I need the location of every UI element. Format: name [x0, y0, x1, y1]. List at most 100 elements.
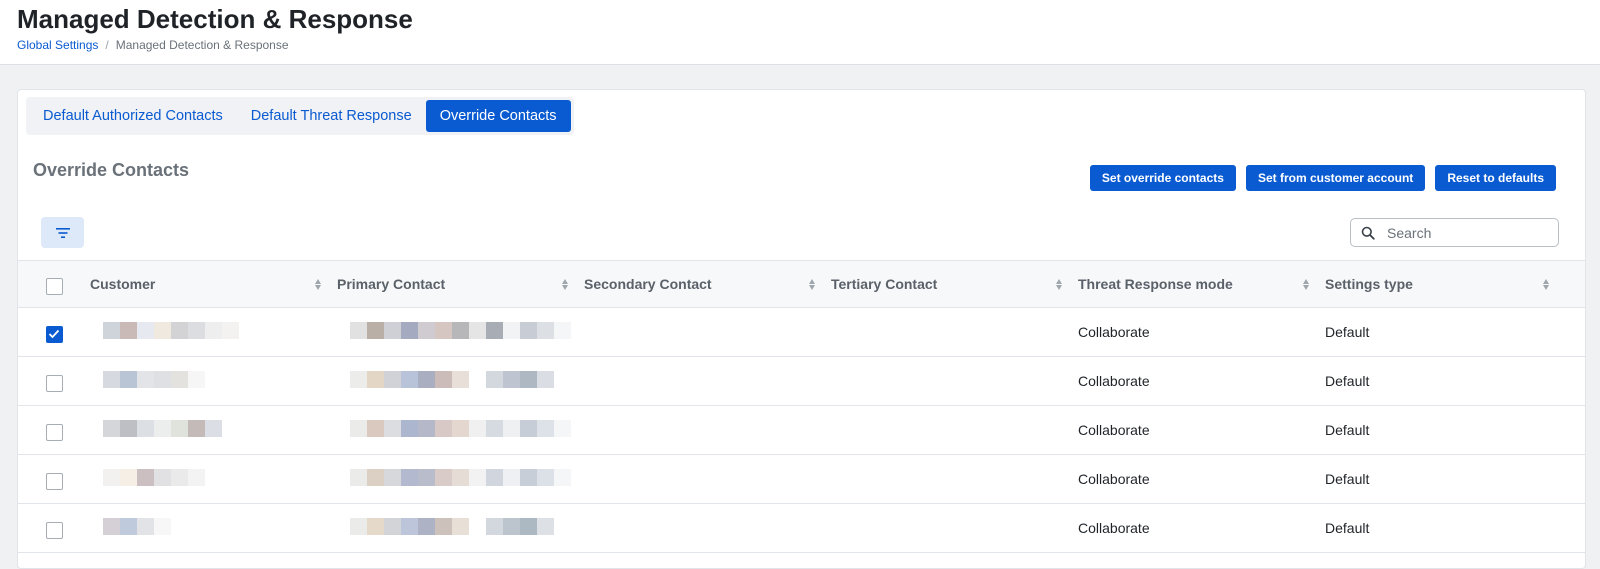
row-select-cell	[18, 371, 90, 392]
primary-contact-redacted: [redacted]	[350, 370, 554, 388]
search-input[interactable]	[1387, 224, 1537, 241]
sort-icon[interactable]	[1303, 278, 1309, 290]
table-body: [redacted] [redacted] Collaborate Defaul…	[18, 308, 1585, 553]
customer-name-redacted: [redacted]	[103, 419, 222, 437]
row-checkbox[interactable]	[45, 423, 63, 441]
column-customer[interactable]: Customer	[90, 276, 337, 292]
cell-primary-contact: [redacted]	[337, 468, 584, 486]
table-row[interactable]: [redacted] [redacted] Collaborate Defaul…	[18, 357, 1585, 406]
page-title: Managed Detection & Response	[17, 4, 413, 34]
breadcrumb: Global Settings / Managed Detection & Re…	[17, 38, 1583, 52]
column-threat-response-mode[interactable]: Threat Response mode	[1078, 276, 1325, 292]
cell-settings-type: Default	[1325, 422, 1565, 438]
table-row[interactable]: [redacted] [redacted] Collaborate Defaul…	[18, 504, 1585, 553]
threat-response-mode-value: Collaborate	[1078, 471, 1150, 487]
tab-override-contacts[interactable]: Override Contacts	[425, 100, 571, 132]
customer-name-redacted: [redacted]	[103, 517, 171, 535]
customer-name-redacted: [redacted]	[103, 468, 205, 486]
action-buttons: Set override contacts Set from customer …	[1089, 165, 1556, 191]
settings-type-value: Default	[1325, 471, 1370, 487]
cell-customer: [redacted]	[90, 517, 337, 535]
breadcrumb-global-settings[interactable]: Global Settings	[17, 38, 98, 52]
select-all-checkbox[interactable]	[45, 277, 63, 295]
cell-customer: [redacted]	[90, 370, 337, 388]
column-header-label: Tertiary Contact	[831, 276, 938, 292]
table-header: Customer Primary Contact Secondary Conta…	[18, 260, 1585, 308]
row-checkbox[interactable]	[45, 472, 63, 490]
row-select-cell	[18, 469, 90, 490]
tab-bar: Default Authorized Contacts Default Thre…	[26, 97, 574, 135]
threat-response-mode-value: Collaborate	[1078, 324, 1150, 340]
customer-name-redacted: [redacted]	[103, 321, 239, 339]
cell-threat-response-mode: Collaborate	[1078, 324, 1325, 340]
set-override-contacts-button[interactable]: Set override contacts	[1089, 165, 1236, 191]
settings-type-value: Default	[1325, 520, 1370, 536]
check-icon	[48, 329, 60, 339]
reset-to-defaults-button[interactable]: Reset to defaults	[1435, 165, 1556, 191]
page-header: Managed Detection & Response Global Sett…	[0, 0, 1600, 65]
customer-name-redacted: [redacted]	[103, 370, 205, 388]
threat-response-mode-value: Collaborate	[1078, 422, 1150, 438]
primary-contact-redacted: [redacted]	[350, 321, 571, 339]
cell-customer: [redacted]	[90, 468, 337, 486]
cell-primary-contact: [redacted]	[337, 321, 584, 339]
filter-button[interactable]	[41, 217, 84, 248]
row-checkbox[interactable]	[45, 325, 63, 343]
select-all-cell	[18, 274, 90, 295]
sort-icon[interactable]	[562, 278, 568, 290]
cell-settings-type: Default	[1325, 520, 1565, 536]
sort-icon[interactable]	[1056, 278, 1062, 290]
row-checkbox[interactable]	[45, 374, 63, 392]
search-icon	[1361, 226, 1375, 240]
cell-threat-response-mode: Collaborate	[1078, 471, 1325, 487]
tab-default-authorized-contacts[interactable]: Default Authorized Contacts	[29, 100, 237, 132]
column-header-label: Customer	[90, 276, 156, 292]
column-secondary-contact[interactable]: Secondary Contact	[584, 276, 831, 292]
cell-primary-contact: [redacted]	[337, 517, 584, 535]
column-settings-type[interactable]: Settings type	[1325, 276, 1565, 292]
settings-type-value: Default	[1325, 373, 1370, 389]
tab-default-threat-response[interactable]: Default Threat Response	[237, 100, 426, 132]
search-box	[1350, 218, 1559, 247]
content-card: Default Authorized Contacts Default Thre…	[17, 89, 1586, 569]
column-header-label: Secondary Contact	[584, 276, 712, 292]
cell-threat-response-mode: Collaborate	[1078, 520, 1325, 536]
row-select-cell	[18, 518, 90, 539]
row-checkbox[interactable]	[45, 521, 63, 539]
override-contacts-table: Customer Primary Contact Secondary Conta…	[18, 260, 1585, 553]
breadcrumb-separator: /	[105, 38, 109, 52]
cell-customer: [redacted]	[90, 419, 337, 437]
section-title: Override Contacts	[33, 160, 190, 180]
column-header-label: Settings type	[1325, 276, 1413, 292]
threat-response-mode-value: Collaborate	[1078, 520, 1150, 536]
table-row[interactable]: [redacted] [redacted] Collaborate Defaul…	[18, 455, 1585, 504]
cell-settings-type: Default	[1325, 324, 1565, 340]
row-select-cell	[18, 420, 90, 441]
set-from-customer-account-button[interactable]: Set from customer account	[1245, 165, 1426, 191]
column-header-label: Primary Contact	[337, 276, 446, 292]
table-row[interactable]: [redacted] [redacted] Collaborate Defaul…	[18, 406, 1585, 455]
cell-primary-contact: [redacted]	[337, 370, 584, 388]
primary-contact-redacted: [redacted]	[350, 517, 554, 535]
filter-icon	[55, 227, 70, 238]
column-tertiary-contact[interactable]: Tertiary Contact	[831, 276, 1078, 292]
threat-response-mode-value: Collaborate	[1078, 373, 1150, 389]
primary-contact-redacted: [redacted]	[350, 419, 571, 437]
cell-customer: [redacted]	[90, 321, 337, 339]
cell-threat-response-mode: Collaborate	[1078, 422, 1325, 438]
table-row[interactable]: [redacted] [redacted] Collaborate Defaul…	[18, 308, 1585, 357]
column-primary-contact[interactable]: Primary Contact	[337, 276, 584, 292]
sort-icon[interactable]	[1543, 278, 1549, 290]
settings-type-value: Default	[1325, 422, 1370, 438]
breadcrumb-current: Managed Detection & Response	[115, 38, 289, 52]
sort-icon[interactable]	[315, 278, 321, 290]
primary-contact-redacted: [redacted]	[350, 468, 571, 486]
cell-primary-contact: [redacted]	[337, 419, 584, 437]
row-select-cell	[18, 322, 90, 343]
cell-threat-response-mode: Collaborate	[1078, 373, 1325, 389]
column-header-label: Threat Response mode	[1078, 276, 1233, 292]
cell-settings-type: Default	[1325, 373, 1565, 389]
settings-type-value: Default	[1325, 324, 1370, 340]
sort-icon[interactable]	[809, 278, 815, 290]
cell-settings-type: Default	[1325, 471, 1565, 487]
